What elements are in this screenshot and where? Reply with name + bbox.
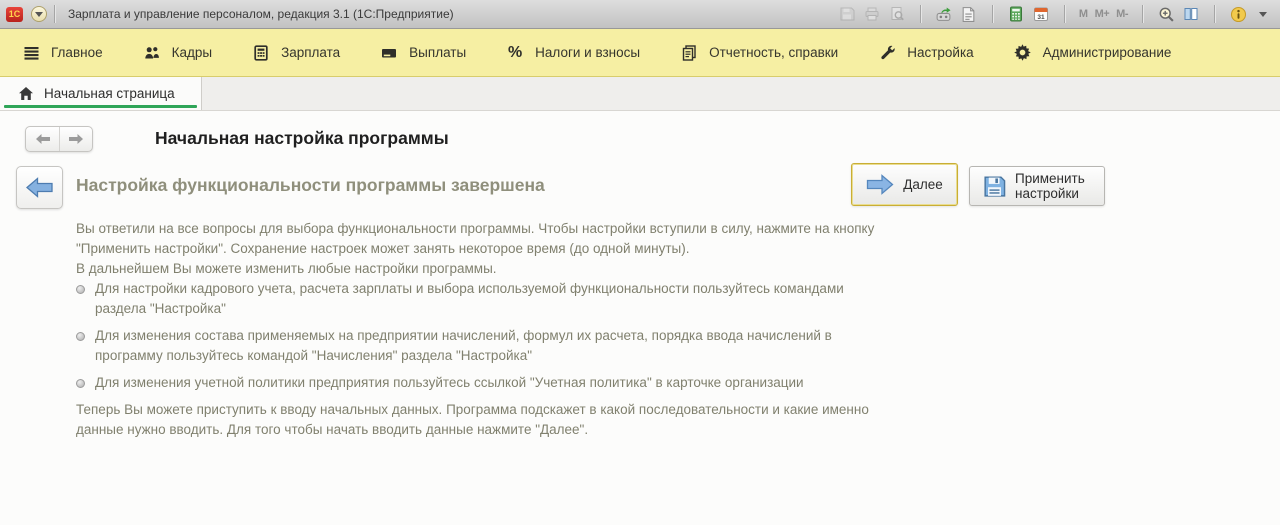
ribbon-item-label: Выплаты <box>409 45 467 60</box>
calendar-icon[interactable]: 31 <box>1032 5 1050 23</box>
paragraph: Вы ответили на все вопросы для выбора фу… <box>76 221 875 256</box>
memory-plus-button[interactable]: M+ <box>1095 8 1110 20</box>
memory-minus-button[interactable]: M- <box>1116 8 1128 20</box>
ribbon-item-label: Отчетность, справки <box>709 45 839 60</box>
ribbon-item-label: Главное <box>51 45 103 60</box>
ribbon-item-label: Зарплата <box>281 45 341 60</box>
tab-bar: Начальная страница <box>0 77 1280 111</box>
bullet-icon <box>76 332 85 341</box>
arrow-right-icon <box>866 174 894 195</box>
payment-card-icon <box>380 44 398 62</box>
bullet-text: Для изменения состава применяемых на пре… <box>95 328 832 363</box>
divider <box>919 5 921 23</box>
list-item: Для настройки кадрового учета, расчета з… <box>76 279 876 319</box>
menu-lines-icon <box>22 44 40 62</box>
main-content: Начальная настройка программы Настройка … <box>0 111 1280 525</box>
arrow-left-icon <box>26 177 53 198</box>
home-icon <box>18 86 34 101</box>
ribbon-item-kadry[interactable]: Кадры <box>143 44 212 62</box>
percent-icon: % <box>508 43 523 61</box>
chevron-down-icon <box>1259 11 1267 17</box>
ribbon-item-label: Настройка <box>907 45 974 60</box>
zoom-in-icon[interactable] <box>1157 5 1175 23</box>
chevron-down-icon <box>35 11 43 17</box>
ribbon-item-label: Кадры <box>171 45 213 60</box>
bullet-icon <box>76 379 85 388</box>
ribbon-item-glavnoe[interactable]: Главное <box>22 44 103 62</box>
tab-label: Начальная страница <box>44 86 175 101</box>
people-icon <box>143 44 161 62</box>
divider <box>1214 5 1215 23</box>
next-button[interactable]: Далее <box>851 163 958 206</box>
ribbon-item-administrirovanie[interactable]: Администрирование <box>1014 44 1172 62</box>
ribbon-item-vyplaty[interactable]: Выплаты <box>380 44 466 62</box>
list-item: Для изменения состава применяемых на пре… <box>76 326 876 366</box>
save-icon <box>983 175 1006 198</box>
logo-text: 1С <box>8 9 21 19</box>
1c-logo-icon: 1С <box>6 6 23 22</box>
wrench-icon <box>878 44 896 62</box>
info-icon[interactable] <box>1229 5 1247 23</box>
more-commands-button[interactable] <box>1254 5 1272 23</box>
divider <box>991 5 993 23</box>
title-bar: 1С Зарплата и управление персоналом, ред… <box>0 0 1280 29</box>
apply-button-label: Применить настройки <box>1015 171 1085 201</box>
apply-settings-button[interactable]: Применить настройки <box>969 166 1105 206</box>
forward-history-button[interactable] <box>59 127 92 151</box>
next-button-label: Далее <box>903 177 943 192</box>
page-title: Начальная настройка программы <box>155 128 449 148</box>
save-icon[interactable] <box>838 5 856 23</box>
divider <box>1142 5 1143 23</box>
bullet-text: Для настройки кадрового учета, расчета з… <box>95 281 844 316</box>
ribbon-item-label: Администрирование <box>1042 45 1172 60</box>
go-to-link-icon[interactable] <box>935 5 953 23</box>
split-view-icon[interactable] <box>1182 5 1200 23</box>
main-menu-button[interactable] <box>31 6 47 22</box>
bullet-list: Для настройки кадрового учета, расчета з… <box>76 279 876 393</box>
ribbon-item-label: Налоги и взносы <box>535 45 641 60</box>
gear-icon <box>1014 44 1032 62</box>
ribbon-menu: Главное Кадры Зарплата Выплаты % Налоги … <box>0 29 1280 77</box>
bullet-icon <box>76 285 85 294</box>
section-heading: Настройка функциональности программы зав… <box>76 175 545 195</box>
window-title: Зарплата и управление персоналом, редакц… <box>68 7 454 21</box>
ribbon-item-nalogi[interactable]: % Налоги и взносы <box>506 44 640 62</box>
divider <box>54 5 55 23</box>
tab-home[interactable]: Начальная страница <box>0 77 202 110</box>
active-tab-indicator <box>4 105 197 108</box>
list-item: Для изменения учетной политики предприят… <box>76 373 876 393</box>
ribbon-item-otchetnost[interactable]: Отчетность, справки <box>680 44 838 62</box>
instructions-text: Вы ответили на все вопросы для выбора фу… <box>76 219 876 440</box>
back-history-button[interactable] <box>26 127 59 151</box>
paragraph: Теперь Вы можете приступить к вводу нача… <box>76 402 869 437</box>
calculator-icon <box>252 44 270 62</box>
back-step-button[interactable] <box>16 166 63 209</box>
export-page-icon[interactable] <box>960 5 978 23</box>
print-preview-icon[interactable] <box>888 5 906 23</box>
divider <box>1063 5 1065 23</box>
print-icon[interactable] <box>863 5 881 23</box>
memory-recall-button[interactable]: M <box>1079 8 1088 20</box>
paragraph: В дальнейшем Вы можете изменить любые на… <box>76 261 497 276</box>
calendar-day-text: 31 <box>1037 14 1045 21</box>
ribbon-item-zarplata[interactable]: Зарплата <box>252 44 340 62</box>
ribbon-item-nastroika[interactable]: Настройка <box>878 44 974 62</box>
history-nav-group <box>25 126 93 152</box>
report-icon <box>680 44 698 62</box>
bullet-text: Для изменения учетной политики предприят… <box>95 375 804 390</box>
calculator-icon[interactable] <box>1007 5 1025 23</box>
app-window: 1С Зарплата и управление персоналом, ред… <box>0 0 1280 525</box>
titlebar-toolbar: 31 M M+ M- <box>838 5 1272 23</box>
